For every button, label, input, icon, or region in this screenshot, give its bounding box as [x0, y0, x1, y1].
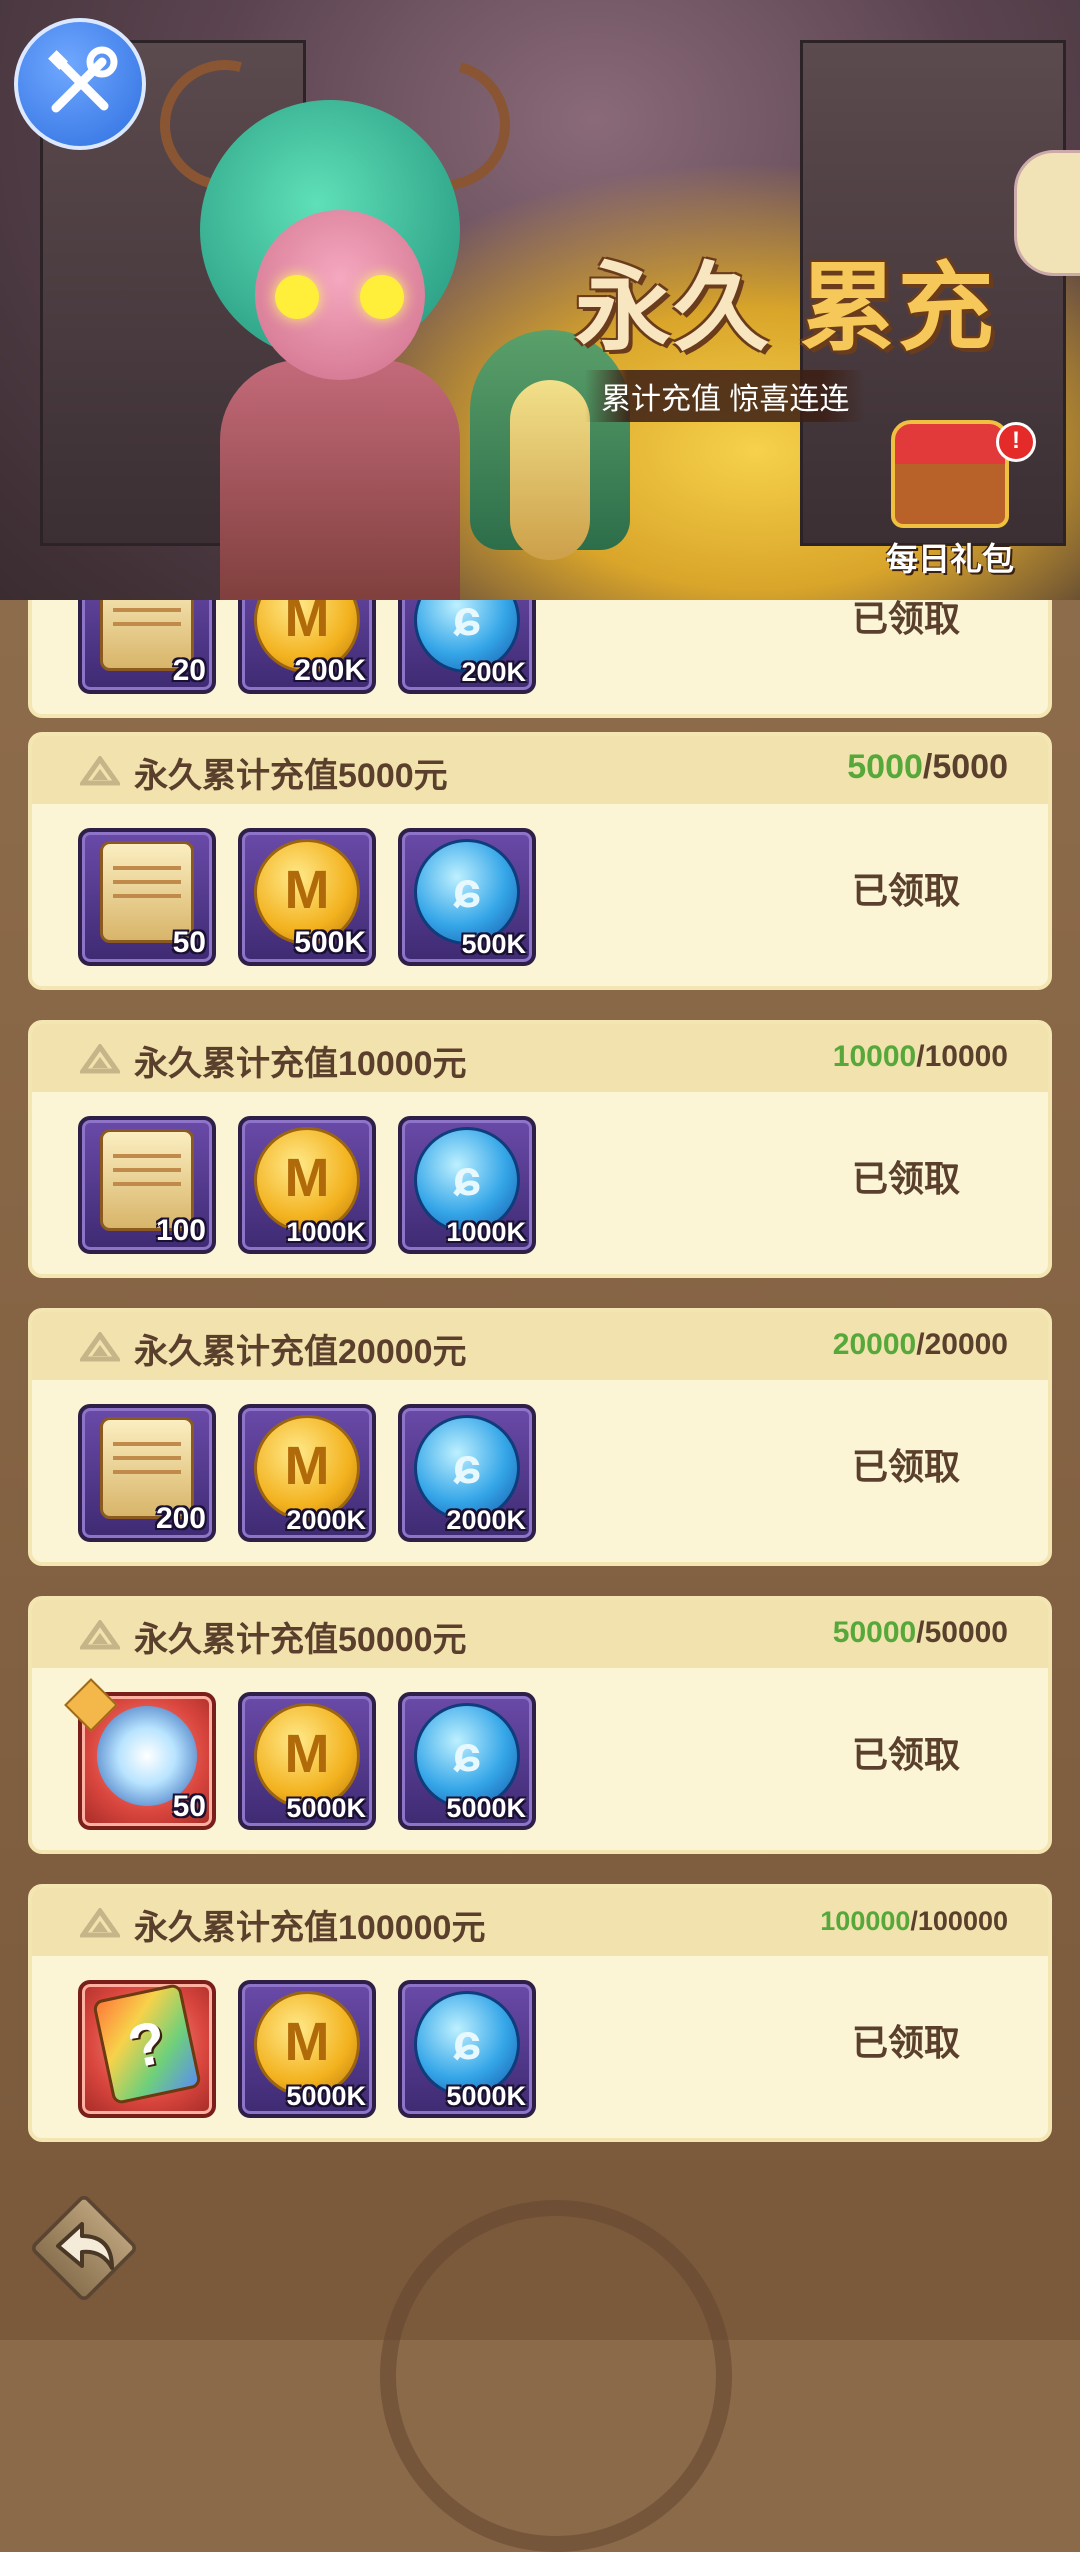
reward-tier-list[interactable]: 20 M 200K ɕ 200K 已领取 永久累计充值5000元 5000/50… — [0, 600, 1080, 2160]
tools-button[interactable] — [14, 18, 146, 150]
reward-item[interactable]: ɕ 500K — [398, 828, 536, 966]
card-header: 永久累计充值100000元 100000/100000 — [32, 1888, 1048, 1956]
claimed-status: 已领取 — [852, 1158, 961, 1199]
reward-item[interactable]: M 500K — [238, 828, 376, 966]
tier-title: 永久累计充值100000元 — [134, 1909, 486, 1947]
card-header: 永久累计充值5000元 5000/5000 — [32, 736, 1048, 804]
claimed-status: 已领取 — [852, 870, 961, 911]
reward-tier-card: 永久累计充值50000元 50000/50000 50 M 5000K ɕ 50… — [28, 1596, 1052, 1854]
treasure-chest-icon — [891, 420, 1009, 528]
tier-title: 永久累计充值50000元 — [134, 1621, 467, 1659]
banner-subtitle: 累计充值 惊喜连连 — [585, 370, 866, 422]
card-header: 永久累计充值50000元 50000/50000 — [32, 1600, 1048, 1668]
tier-progress: 20000/20000 — [832, 1328, 1008, 1361]
reward-item[interactable]: ɕ 2000K — [398, 1404, 536, 1542]
banner-hero-illustration — [136, 36, 534, 600]
tier-progress: 100000/100000 — [820, 1906, 1008, 1936]
reward-item[interactable]: ɕ 1000K — [398, 1116, 536, 1254]
reward-item[interactable]: ɕ 200K — [398, 600, 536, 694]
wrench-screwdriver-icon — [48, 46, 118, 113]
mystery-card-icon: ? — [91, 1982, 203, 2105]
reward-tier-card: 永久累计充值100000元 100000/100000 ? M 5000K ɕ … — [28, 1884, 1052, 2142]
reward-item[interactable]: ? — [78, 1980, 216, 2118]
reward-tier-card-partial: 20 M 200K ɕ 200K 已领取 — [28, 600, 1052, 718]
claimed-status: 已领取 — [852, 1734, 961, 1775]
claimed-status: 已领取 — [852, 1446, 961, 1487]
reward-item[interactable]: M 2000K — [238, 1404, 376, 1542]
footer-emblem — [380, 2200, 732, 2552]
card-header: 永久累计充值20000元 20000/20000 — [32, 1312, 1048, 1380]
tier-progress: 50000/50000 — [832, 1616, 1008, 1649]
card-header: 永久累计充值10000元 10000/10000 — [32, 1024, 1048, 1092]
reward-item[interactable]: M 1000K — [238, 1116, 376, 1254]
reward-item[interactable]: 50 — [64, 1678, 216, 1830]
reward-item[interactable]: ɕ 5000K — [398, 1692, 536, 1830]
banner-title: 永久 累充 — [575, 255, 996, 362]
tier-title: 永久累计充值5000元 — [134, 757, 448, 795]
daily-gift-label: 每日礼包 — [885, 541, 1014, 577]
reward-tier-card: 永久累计充值10000元 10000/10000 100 M 1000K ɕ 1… — [28, 1020, 1052, 1278]
tier-progress: 5000/5000 — [847, 748, 1008, 786]
tier-progress: 10000/10000 — [832, 1040, 1008, 1073]
notification-badge: ! — [996, 422, 1036, 462]
tier-triangle-icon — [80, 756, 120, 786]
side-tab-collapsed[interactable] — [1014, 150, 1080, 276]
reward-item[interactable]: 50 — [78, 828, 216, 966]
reward-item[interactable]: M 200K — [238, 600, 376, 694]
tier-title: 永久累计充值20000元 — [134, 1333, 467, 1371]
tier-triangle-icon — [80, 1332, 120, 1362]
back-arrow-icon[interactable] — [50, 2216, 120, 2276]
reward-item[interactable]: ɕ 5000K — [398, 1980, 536, 2118]
reward-item[interactable]: 200 — [78, 1404, 216, 1542]
footer-bar — [0, 2160, 1080, 2552]
tier-triangle-icon — [80, 1908, 120, 1938]
reward-item[interactable]: 20 — [78, 600, 216, 694]
tier-triangle-icon — [80, 1044, 120, 1074]
reward-item[interactable]: M 5000K — [238, 1980, 376, 2118]
tier-triangle-icon — [80, 1620, 120, 1650]
reward-item[interactable]: 100 — [78, 1116, 216, 1254]
claimed-status: 已领取 — [852, 2022, 961, 2063]
reward-tier-card: 永久累计充值5000元 5000/5000 50 M 500K ɕ 500K 已… — [28, 732, 1052, 990]
tier-title: 永久累计充值10000元 — [134, 1045, 467, 1083]
claimed-status: 已领取 — [852, 600, 961, 639]
reward-item[interactable]: M 5000K — [238, 1692, 376, 1830]
reward-tier-card: 永久累计充值20000元 20000/20000 200 M 2000K ɕ 2… — [28, 1308, 1052, 1566]
event-banner: 永久 累充 累计充值 惊喜连连 每日礼包 ! — [0, 0, 1080, 600]
